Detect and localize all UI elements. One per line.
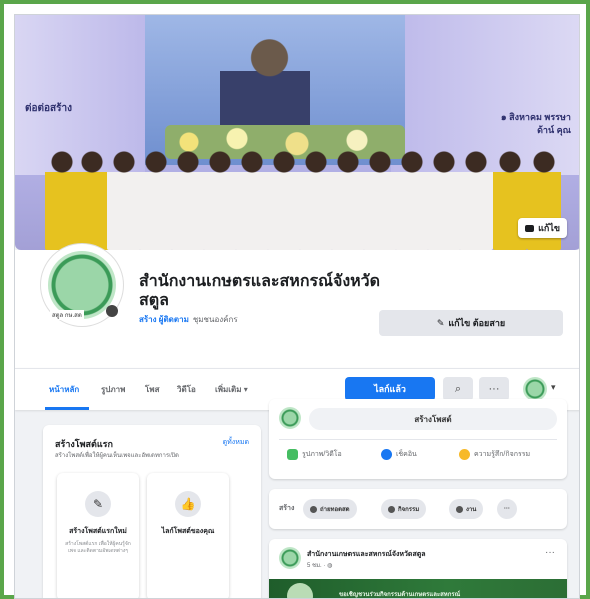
tile-label: ไลก์โพสต์ของคุณ xyxy=(161,528,215,535)
person xyxy=(395,150,429,250)
person xyxy=(427,150,461,250)
cover-text-right-line: ด้าน์ คุณ xyxy=(537,125,571,135)
more-icon: ··· xyxy=(504,506,510,512)
briefcase-icon xyxy=(456,505,463,513)
person xyxy=(459,150,493,250)
edit-page-button[interactable]: ✎ แก้ไข ต้อยสาย xyxy=(379,310,563,336)
create-label: สร้าง xyxy=(279,505,295,512)
chip-label: งาน xyxy=(466,507,477,513)
feeling-icon xyxy=(459,449,470,460)
card-subtitle: สร้างโพสต์เพื่อให้ผู้คนเห็นเพจและอัพเดทก… xyxy=(55,453,179,459)
see-all-link[interactable]: ดูทั้งหมด xyxy=(223,437,249,448)
liked-label: ไลก์แล้ว xyxy=(374,384,406,394)
profile-switch-avatar[interactable] xyxy=(523,377,547,401)
check-in-action[interactable]: เช็คอิน xyxy=(381,449,417,460)
photo-icon xyxy=(287,449,298,460)
job-chip[interactable]: งาน xyxy=(449,499,484,519)
person xyxy=(75,150,109,250)
person xyxy=(139,150,173,250)
tab-videos[interactable]: วิดีโอ xyxy=(177,383,196,396)
live-video-chip[interactable]: ถ่ายทอดสด xyxy=(303,499,357,519)
edit-page-label: แก้ไข ต้อยสาย xyxy=(448,318,506,328)
action-label: รูปภาพ/วิดีโอ xyxy=(302,451,342,458)
tab-posts[interactable]: โพส xyxy=(145,383,159,396)
person xyxy=(171,150,205,250)
more-chip[interactable]: ··· xyxy=(497,499,517,519)
post-more-icon[interactable]: ··· xyxy=(545,547,555,558)
create-post-input[interactable]: สร้างโพสต์ xyxy=(309,408,557,430)
facebook-page: ต่อต่อสร้าง ๑ สิงหาคม พรรษา ด้าน์ คุณ แก… xyxy=(14,14,580,599)
chevron-down-icon[interactable]: ▾ xyxy=(551,382,556,393)
check-in-icon xyxy=(381,449,392,460)
cover-portrait-figure xyxy=(220,27,310,137)
avatar-tag: สตูล กษ.สต xyxy=(50,310,84,320)
camera-icon[interactable] xyxy=(106,305,118,317)
cover-text-left: ต่อต่อสร้าง xyxy=(25,103,72,114)
calendar-icon xyxy=(388,505,395,513)
edit-icon: ✎ xyxy=(85,491,111,517)
more-options-button[interactable]: ··· xyxy=(479,377,509,401)
page-avatar[interactable]: สตูล กษ.สต xyxy=(41,244,123,326)
action-label: เช็คอิน xyxy=(396,451,417,458)
person xyxy=(45,150,79,250)
edit-cover-button[interactable]: แก้ไข xyxy=(518,218,567,238)
tab-photos[interactable]: รูปภาพ xyxy=(101,383,125,396)
liked-button[interactable]: ไลก์แล้ว xyxy=(345,377,435,401)
person xyxy=(363,150,397,250)
feeling-action[interactable]: ความรู้สึก/กิจกรรม xyxy=(459,449,530,460)
search-button[interactable]: ⌕ xyxy=(443,377,473,401)
avatar xyxy=(279,547,301,569)
media-caption: ขอเชิญชวนร่วมกิจกรรมด้านเกษตรและสหกรณ์ xyxy=(339,592,461,598)
person xyxy=(107,150,141,250)
person xyxy=(235,150,269,250)
search-icon: ⌕ xyxy=(454,382,462,395)
like-icon: 👍 xyxy=(175,491,201,517)
tile-description: สร้างโพสต์แรก เพื่อให้ผู้คนรู้จักเพจ และ… xyxy=(65,541,131,554)
live-icon xyxy=(310,505,317,513)
camera-icon xyxy=(525,224,535,232)
cover-text-right: ๑ สิงหาคม พรรษา ด้าน์ คุณ xyxy=(501,111,571,137)
event-chip[interactable]: กิจกรรม xyxy=(381,499,427,519)
like-post-tile[interactable]: 👍 ไลก์โพสต์ของคุณ xyxy=(147,473,229,598)
action-label: ความรู้สึก/กิจกรรม xyxy=(474,451,531,458)
post-media[interactable]: ขอเชิญชวนร่วมกิจกรรมด้านเกษตรและสหกรณ์ xyxy=(269,579,567,598)
page-header: สตูล กษ.สต สำนักงานเกษตรและสหกรณ์จังหวัด… xyxy=(15,244,579,368)
pencil-icon: ✎ xyxy=(436,317,445,328)
post-time[interactable]: 5 ชม. · ◍ xyxy=(307,560,332,570)
page-category: ชุมชนองค์กร xyxy=(192,315,238,324)
media-logo-icon xyxy=(287,583,313,598)
edit-cover-label: แก้ไข xyxy=(538,223,560,233)
photo-video-action[interactable]: รูปภาพ/วิดีโอ xyxy=(287,449,342,460)
person xyxy=(203,150,237,250)
feed-post: สำนักงานเกษตรและสหกรณ์จังหวัดสตูล 5 ชม. … xyxy=(269,539,567,598)
tab-home[interactable]: หน้าหลัก xyxy=(49,383,79,396)
create-row: สร้าง ถ่ายทอดสด กิจกรรม งาน ··· xyxy=(269,489,567,529)
page-subtitle: สร้าง ผู้ติดตาม ชุมชนองค์กร xyxy=(139,313,238,326)
first-post-card: สร้างโพสต์แรก สร้างโพสต์เพื่อให้ผู้คนเห็… xyxy=(43,425,261,598)
screenshot-frame: ต่อต่อสร้าง ๑ สิงหาคม พรรษา ด้าน์ คุณ แก… xyxy=(0,0,590,599)
cover-group-people xyxy=(15,140,579,250)
person xyxy=(267,150,301,250)
cover-text-right-line: ๑ สิงหาคม พรรษา xyxy=(500,112,571,122)
followers-link[interactable]: สร้าง ผู้ติดตาม xyxy=(139,313,189,326)
page-title: สำนักงานเกษตรและสหกรณ์จังหวัดสตูล xyxy=(139,273,381,309)
post-author[interactable]: สำนักงานเกษตรและสหกรณ์จังหวัดสตูล xyxy=(307,549,426,560)
divider xyxy=(279,439,557,440)
post-composer: สร้างโพสต์ รูปภาพ/วิดีโอ เช็คอิน ความรู้… xyxy=(269,399,567,479)
cover-photo[interactable]: ต่อต่อสร้าง ๑ สิงหาคม พรรษา ด้าน์ คุณ แก… xyxy=(15,15,579,250)
chip-label: กิจกรรม xyxy=(398,507,420,513)
create-first-post-tile[interactable]: ✎ สร้างโพสต์แรกใหม่ สร้างโพสต์แรก เพื่อใ… xyxy=(57,473,139,598)
tab-more[interactable]: เพิ่มเติม ▾ xyxy=(215,383,248,396)
more-icon: ··· xyxy=(488,383,500,395)
card-title: สร้างโพสต์แรก xyxy=(55,439,113,449)
tile-label: สร้างโพสต์แรกใหม่ xyxy=(69,528,127,535)
person xyxy=(299,150,333,250)
person xyxy=(331,150,365,250)
avatar xyxy=(279,407,301,429)
chip-label: ถ่ายทอดสด xyxy=(320,507,350,513)
active-tab-indicator xyxy=(45,407,89,410)
